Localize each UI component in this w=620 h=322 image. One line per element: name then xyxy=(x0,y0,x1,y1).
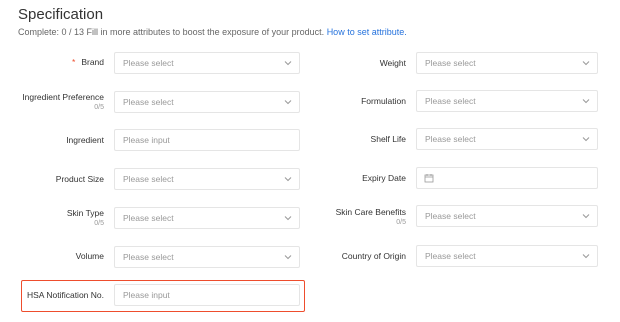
formulation-label: Formulation xyxy=(361,96,406,106)
skin-type-select[interactable]: Please select xyxy=(114,207,300,229)
ingredient-preference-label: Ingredient Preference 0/5 xyxy=(22,92,104,111)
product-size-select[interactable]: Please select xyxy=(114,168,300,190)
how-to-set-attribute-link[interactable]: How to set attribute. xyxy=(327,27,407,37)
skin-care-benefits-label: Skin Care Benefits 0/5 xyxy=(335,207,406,226)
chevron-down-icon xyxy=(582,61,590,66)
volume-select[interactable]: Please select xyxy=(114,246,300,268)
expiry-date-label: Expiry Date xyxy=(362,173,406,183)
chevron-down-icon xyxy=(284,216,292,221)
brand-select[interactable]: Please select xyxy=(114,52,300,74)
skin-care-benefits-count: 0/5 xyxy=(396,219,406,226)
shelf-life-label: Shelf Life xyxy=(370,134,406,144)
brand-label: * Brand xyxy=(72,57,104,67)
chevron-down-icon xyxy=(582,254,590,259)
weight-select[interactable]: Please select xyxy=(416,52,598,74)
skin-type-label: Skin Type 0/5 xyxy=(66,208,104,227)
completion-text: Complete: 0 / 13 Fill in more attributes… xyxy=(18,27,325,37)
chevron-down-icon xyxy=(582,137,590,142)
shelf-life-select[interactable]: Please select xyxy=(416,128,598,150)
page-title: Specification xyxy=(18,6,104,23)
hsa-notification-label: HSA Notification No. xyxy=(26,290,104,300)
chevron-down-icon xyxy=(284,177,292,182)
country-of-origin-select[interactable]: Please select xyxy=(416,245,598,267)
chevron-down-icon xyxy=(284,61,292,66)
volume-label: Volume xyxy=(75,251,104,261)
formulation-select[interactable]: Please select xyxy=(416,90,598,112)
chevron-down-icon xyxy=(582,99,590,104)
calendar-icon xyxy=(424,174,434,183)
ingredient-preference-count: 0/5 xyxy=(94,104,104,111)
skin-type-count: 0/5 xyxy=(94,220,104,227)
ingredient-preference-select[interactable]: Please select xyxy=(114,91,300,113)
chevron-down-icon xyxy=(284,255,292,260)
product-size-label: Product Size xyxy=(55,174,104,184)
expiry-date-picker[interactable] xyxy=(416,167,598,189)
skin-care-benefits-select[interactable]: Please select xyxy=(416,205,598,227)
chevron-down-icon xyxy=(582,214,590,219)
ingredient-label: Ingredient xyxy=(66,135,104,145)
required-marker: * xyxy=(72,57,76,67)
hsa-notification-input[interactable]: Please input xyxy=(114,284,300,306)
chevron-down-icon xyxy=(284,100,292,105)
completion-status: Complete: 0 / 13 Fill in more attributes… xyxy=(18,27,407,37)
ingredient-input[interactable]: Please input xyxy=(114,129,300,151)
weight-label: Weight xyxy=(379,58,406,68)
country-of-origin-label: Country of Origin xyxy=(341,251,406,261)
